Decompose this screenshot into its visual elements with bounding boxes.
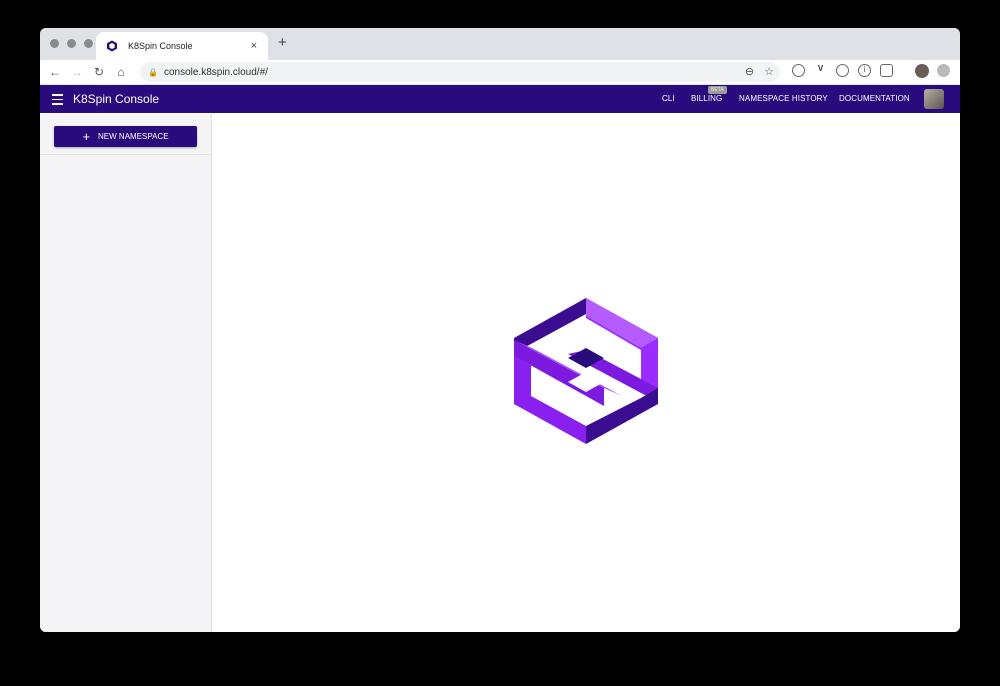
address-bar[interactable]: 🔒 console.k8spin.cloud/#/ ⊖ ☆ [140, 62, 780, 82]
forward-arrow-icon[interactable]: → [66, 65, 88, 79]
zoom-icon[interactable]: ⊖ [745, 65, 754, 78]
beta-badge: BETA [708, 86, 727, 94]
sidebar: + NEW NAMESPACE [40, 114, 212, 632]
browser-window: K8Spin Console × + ← → ↻ ⌂ 🔒 console.k8s… [40, 28, 960, 632]
extension-info-icon[interactable]: i [858, 64, 871, 77]
nav-cli[interactable]: CLI [662, 94, 675, 103]
profile-avatar[interactable] [915, 64, 929, 78]
home-icon[interactable]: ⌂ [110, 65, 132, 79]
maximize-window-button[interactable] [84, 39, 93, 48]
app-title: K8Spin Console [73, 92, 160, 106]
new-namespace-button[interactable]: + NEW NAMESPACE [54, 126, 197, 147]
plus-icon: + [82, 129, 91, 144]
nav-billing[interactable]: BILLING [691, 94, 722, 103]
minimize-window-button[interactable] [67, 39, 76, 48]
user-avatar[interactable] [924, 89, 944, 109]
menu-icon[interactable] [52, 94, 63, 108]
star-icon[interactable]: ☆ [764, 65, 774, 78]
close-tab-icon[interactable]: × [248, 40, 260, 52]
url-text: console.k8spin.cloud/#/ [163, 66, 268, 78]
extension-pocket-icon[interactable] [880, 64, 893, 77]
reload-icon[interactable]: ↻ [88, 65, 110, 79]
extension-globe-icon[interactable] [836, 64, 849, 77]
new-tab-button[interactable]: + [278, 34, 287, 51]
browser-toolbar: ← → ↻ ⌂ 🔒 console.k8spin.cloud/#/ ⊖ ☆ V … [40, 60, 960, 85]
window-controls [50, 39, 93, 48]
new-namespace-label: NEW NAMESPACE [98, 132, 169, 141]
browser-tab[interactable]: K8Spin Console × [96, 32, 268, 60]
app-content: + NEW NAMESPACE [40, 114, 960, 632]
main-panel [212, 114, 960, 632]
nav-documentation[interactable]: DOCUMENTATION [839, 94, 910, 103]
close-window-button[interactable] [50, 39, 59, 48]
browser-menu-icon[interactable] [937, 64, 950, 77]
back-arrow-icon[interactable]: ← [44, 65, 66, 79]
app-bar: K8Spin Console CLI BILLING BETA NAMESPAC… [40, 85, 960, 113]
tab-title: K8Spin Console [128, 41, 193, 51]
k8spin-favicon [106, 40, 118, 52]
lock-icon: 🔒 [148, 67, 158, 77]
extensions: V i [792, 64, 893, 77]
extension-v-icon[interactable]: V [814, 64, 827, 77]
k8spin-logo [514, 298, 658, 444]
tab-strip: K8Spin Console × + [40, 28, 960, 60]
nav-namespace-history[interactable]: NAMESPACE HISTORY [739, 94, 828, 103]
sidebar-header: + NEW NAMESPACE [40, 114, 211, 155]
extension-compass-icon[interactable] [792, 64, 805, 77]
